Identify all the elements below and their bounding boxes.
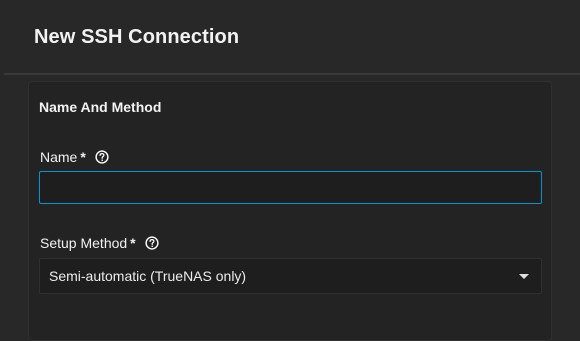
help-circle-icon[interactable] (95, 150, 109, 164)
header-divider (4, 73, 580, 75)
required-marker: * (80, 149, 86, 165)
setup-method-selected-value: Semi-automatic (TrueNAS only) (49, 268, 247, 284)
name-input[interactable] (39, 171, 542, 204)
setup-method-label-text: Setup Method (40, 235, 128, 251)
dialog-title: New SSH Connection (34, 26, 240, 48)
setup-method-select[interactable]: Semi-automatic (TrueNAS only) (39, 258, 542, 294)
caret-down-icon (519, 274, 529, 279)
name-field-label: Name * (40, 149, 109, 165)
required-marker: * (130, 235, 136, 251)
dialog-header: New SSH Connection (0, 0, 580, 75)
help-circle-icon[interactable] (145, 236, 159, 250)
section-title: Name And Method (39, 99, 162, 115)
name-and-method-card: Name And Method Name * Setup Method * Se… (28, 81, 552, 341)
setup-method-field-label: Setup Method * (40, 235, 159, 251)
name-label-text: Name (40, 149, 78, 165)
